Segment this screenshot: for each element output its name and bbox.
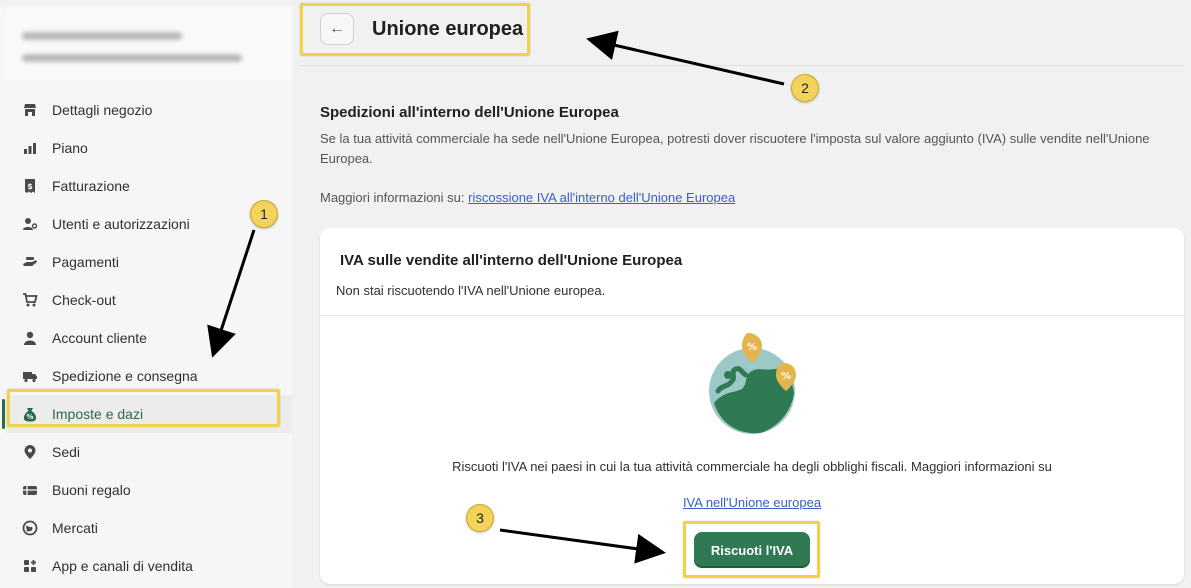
vat-collection-link[interactable]: riscossione IVA all'interno dell'Unione …	[468, 190, 735, 205]
svg-text:%: %	[26, 413, 33, 421]
payments-hand-icon	[22, 254, 38, 270]
sidebar-item-label: Spedizione e consegna	[52, 368, 198, 384]
gift-card-icon	[22, 482, 38, 498]
sidebar-item-dettagli-negozio[interactable]: Dettagli negozio	[6, 91, 292, 129]
svg-text:$: $	[27, 182, 33, 191]
sidebar-item-mercati[interactable]: Mercati	[6, 509, 292, 547]
cart-icon	[22, 292, 38, 308]
eu-globe-illustration-icon: % %	[709, 333, 796, 434]
svg-text:%: %	[747, 342, 757, 353]
billing-receipt-icon: $	[22, 178, 38, 194]
page-title: Unione europea	[372, 18, 524, 40]
vat-card: IVA sulle vendite all'interno dell'Union…	[320, 228, 1184, 584]
empty-state-link-row: IVA nell'Unione europea	[320, 495, 1184, 510]
sidebar-item-label: Check-out	[52, 292, 116, 308]
sidebar-item-label: Fatturazione	[52, 178, 130, 194]
store-url-blurred	[22, 54, 242, 62]
sidebar-item-fatturazione[interactable]: $ Fatturazione	[6, 167, 292, 205]
tax-bag-icon: %	[22, 406, 38, 422]
section-title: Spedizioni all'interno dell'Unione Europ…	[320, 104, 619, 121]
globe-icon	[22, 520, 38, 536]
sidebar-item-buoni-regalo[interactable]: Buoni regalo	[6, 471, 292, 509]
truck-icon	[22, 368, 38, 384]
sidebar-item-piano[interactable]: Piano	[6, 129, 292, 167]
sidebar-item-account-cliente[interactable]: Account cliente	[6, 319, 292, 357]
sidebar-item-spedizione-e-consegna[interactable]: Spedizione e consegna	[6, 357, 292, 395]
empty-state-text: Riscuoti l'IVA nei paesi in cui la tua a…	[452, 459, 1052, 474]
annotation-badge-3: 3	[466, 504, 494, 532]
store-icon	[22, 102, 38, 118]
users-icon	[22, 216, 38, 232]
more-info-prefix: Maggiori informazioni su:	[320, 190, 465, 205]
sidebar-item-label: Buoni regalo	[52, 482, 131, 498]
sidebar-item-imposte-e-dazi[interactable]: % Imposte e dazi	[2, 395, 292, 433]
eu-vat-link[interactable]: IVA nell'Unione europea	[683, 495, 821, 510]
sidebar-item-check-out[interactable]: Check-out	[6, 281, 292, 319]
vat-status-text: Non stai riscuotendo l'IVA nell'Unione e…	[336, 283, 606, 298]
store-name-blurred	[22, 32, 182, 40]
back-button[interactable]: ←	[320, 13, 354, 45]
person-icon	[22, 330, 38, 346]
collect-vat-button[interactable]: Riscuoti l'IVA	[694, 532, 810, 568]
sidebar-item-sedi[interactable]: Sedi	[6, 433, 292, 471]
sidebar-item-label: Mercati	[52, 520, 98, 536]
sidebar-item-label: Dettagli negozio	[52, 102, 153, 118]
sidebar-item-utenti-e-autorizzazioni[interactable]: Utenti e autorizzazioni	[6, 205, 292, 243]
sidebar-item-label: Sedi	[52, 444, 81, 460]
sidebar-item-label: Pagamenti	[52, 254, 119, 270]
apps-icon	[22, 558, 38, 574]
sidebar-item-label: Utenti e autorizzazioni	[52, 216, 190, 232]
more-info: Maggiori informazioni su: riscossione IV…	[320, 190, 735, 205]
sidebar-item-label: App e canali di vendita	[52, 558, 193, 574]
annotation-badge-2: 2	[791, 74, 819, 102]
card-title: IVA sulle vendite all'interno dell'Union…	[340, 252, 683, 269]
sidebar-item-label: Piano	[52, 140, 88, 156]
sidebar-item-label: Account cliente	[52, 330, 147, 346]
sidebar-item-app-e-canali-di-vendita[interactable]: App e canali di vendita	[6, 547, 292, 585]
svg-text:%: %	[781, 371, 791, 382]
plan-chart-icon	[22, 140, 38, 156]
location-pin-icon	[22, 444, 38, 460]
store-info-blurred	[6, 6, 292, 80]
annotation-badge-1: 1	[250, 200, 278, 228]
arrow-left-icon: ←	[329, 20, 345, 37]
section-description: Se la tua attività commerciale ha sede n…	[320, 131, 1150, 166]
page-header: ← Unione europea	[300, 0, 1184, 66]
divider	[320, 315, 1184, 316]
sidebar-item-pagamenti[interactable]: Pagamenti	[6, 243, 292, 281]
settings-sidebar: Dettagli negozio Piano $ Fatturazione Utenti…	[0, 6, 292, 588]
sidebar-item-label: Imposte e dazi	[52, 406, 144, 422]
settings-menu: Dettagli negozio Piano $ Fatturazione Utenti…	[2, 91, 292, 585]
